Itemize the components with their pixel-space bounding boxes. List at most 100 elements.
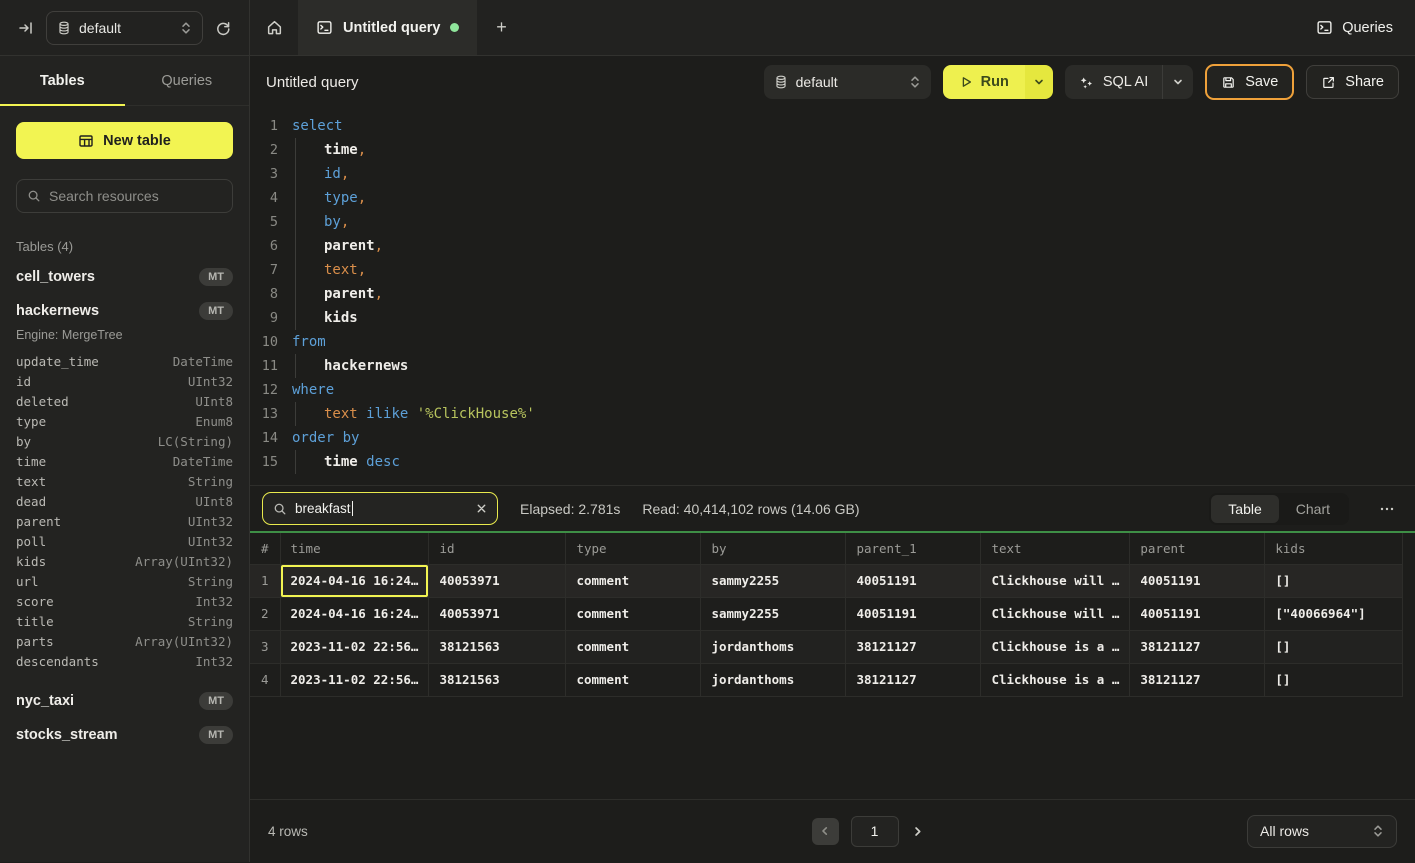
sql-editor[interactable]: 1select2time,3id,4type,5by,6parent,7text… xyxy=(250,108,1415,485)
results-search-input[interactable]: breakfast xyxy=(262,492,498,525)
column-header-text[interactable]: text xyxy=(981,533,1130,564)
previous-page-button[interactable] xyxy=(812,818,839,845)
result-cell[interactable]: 40051191 xyxy=(1130,597,1265,630)
database-selector[interactable]: default xyxy=(46,11,203,45)
page-size-value: All rows xyxy=(1260,823,1372,839)
page-number-input[interactable]: 1 xyxy=(851,816,899,847)
query-database-selector[interactable]: default xyxy=(764,65,931,99)
result-cell[interactable]: 2023-11-02 22:56… xyxy=(280,630,429,663)
result-cell[interactable]: comment xyxy=(566,564,701,597)
result-cell[interactable]: Clickhouse is a … xyxy=(981,630,1130,663)
result-cell[interactable]: Clickhouse will … xyxy=(981,597,1130,630)
column-name: url xyxy=(16,572,39,592)
column-header-by[interactable]: by xyxy=(701,533,846,564)
result-cell[interactable]: 40051191 xyxy=(846,564,981,597)
queries-icon xyxy=(1316,19,1333,36)
next-page-button[interactable] xyxy=(911,825,924,838)
column-header-id[interactable]: id xyxy=(429,533,566,564)
new-table-button[interactable]: New table xyxy=(16,122,233,159)
column-type: UInt8 xyxy=(195,392,233,412)
result-cell[interactable]: 38121563 xyxy=(429,630,566,663)
column-header-type[interactable]: type xyxy=(566,533,701,564)
result-cell[interactable]: 38121127 xyxy=(1130,663,1265,696)
new-tab-button[interactable]: + xyxy=(477,0,525,55)
result-cell[interactable]: ["40066964"] xyxy=(1265,597,1403,630)
clear-search-button[interactable] xyxy=(476,503,487,514)
result-cell[interactable]: comment xyxy=(566,663,701,696)
sidebar-tab-tables[interactable]: Tables xyxy=(0,56,125,105)
line-code: id, xyxy=(278,162,1415,186)
run-options-button[interactable] xyxy=(1025,65,1053,99)
result-cell[interactable]: 38121127 xyxy=(1130,630,1265,663)
column-header-parent[interactable]: parent xyxy=(1130,533,1265,564)
sql-ai-options-button[interactable] xyxy=(1162,65,1193,99)
results-more-button[interactable] xyxy=(1371,501,1403,517)
result-cell[interactable]: 2023-11-02 22:56… xyxy=(280,663,429,696)
line-code: time, xyxy=(278,138,1415,162)
table-item-stocks_stream[interactable]: stocks_streamMT xyxy=(0,718,249,752)
column-type: UInt32 xyxy=(188,512,233,532)
line-number: 11 xyxy=(250,358,278,374)
sql-token: , xyxy=(358,142,366,158)
result-cell[interactable]: comment xyxy=(566,630,701,663)
column-name: deleted xyxy=(16,392,69,412)
result-cell[interactable]: Clickhouse will … xyxy=(981,564,1130,597)
result-cell[interactable]: 40051191 xyxy=(846,597,981,630)
sql-ai-button[interactable]: SQL AI xyxy=(1065,65,1162,99)
line-number: 10 xyxy=(250,334,278,350)
sidebar-tab-queries[interactable]: Queries xyxy=(125,56,250,105)
result-cell[interactable]: [] xyxy=(1265,663,1403,696)
column-header-time[interactable]: time xyxy=(280,533,429,564)
results-table-wrap: #timeidtypebyparent_1textparentkids 1202… xyxy=(250,533,1415,799)
refresh-icon[interactable] xyxy=(211,16,235,40)
result-cell[interactable]: 38121563 xyxy=(429,663,566,696)
share-button[interactable]: Share xyxy=(1306,65,1399,99)
table-item-nyc_taxi[interactable]: nyc_taxiMT xyxy=(0,684,249,718)
share-label: Share xyxy=(1345,74,1384,90)
resource-search-input[interactable]: Search resources xyxy=(16,179,233,213)
tab-untitled-query[interactable]: Untitled query xyxy=(298,0,477,55)
result-cell[interactable]: sammy2255 xyxy=(701,564,846,597)
selected-cell[interactable]: 2024-04-16 16:24… xyxy=(280,564,429,597)
result-cell[interactable]: 38121127 xyxy=(846,630,981,663)
column-header-parent_1[interactable]: parent_1 xyxy=(846,533,981,564)
sql-token: desc xyxy=(366,454,400,470)
editor-line: 6parent, xyxy=(250,234,1415,258)
result-cell[interactable]: jordanthoms xyxy=(701,630,846,663)
result-cell[interactable]: Clickhouse is a … xyxy=(981,663,1130,696)
result-cell[interactable]: [] xyxy=(1265,630,1403,663)
result-cell[interactable]: 2024-04-16 16:24… xyxy=(280,597,429,630)
column-name: type xyxy=(16,412,46,432)
table-name: cell_towers xyxy=(16,269,95,285)
column-header-kids[interactable]: kids xyxy=(1265,533,1403,564)
view-toggle-chart[interactable]: Chart xyxy=(1279,495,1347,523)
result-cell[interactable]: 40053971 xyxy=(429,597,566,630)
save-button[interactable]: Save xyxy=(1205,64,1294,100)
queries-button[interactable]: Queries xyxy=(1294,0,1415,55)
result-cell[interactable]: comment xyxy=(566,597,701,630)
engine-badge: MT xyxy=(199,268,233,286)
collapse-sidebar-icon[interactable] xyxy=(14,16,38,40)
home-tab[interactable] xyxy=(250,0,298,55)
result-cell[interactable]: sammy2255 xyxy=(701,597,846,630)
result-cell[interactable]: 38121127 xyxy=(846,663,981,696)
tables-section-label: Tables (4) xyxy=(16,239,233,254)
result-cell[interactable]: jordanthoms xyxy=(701,663,846,696)
column-name: time xyxy=(16,452,46,472)
line-code: time desc xyxy=(278,450,1415,474)
table-item-cell_towers[interactable]: cell_towers MT xyxy=(0,260,249,294)
table-item-hackernews[interactable]: hackernewsMT xyxy=(0,294,249,328)
view-toggle-table[interactable]: Table xyxy=(1211,495,1278,523)
editor-line: 8parent, xyxy=(250,282,1415,306)
result-cell[interactable]: 40053971 xyxy=(429,564,566,597)
result-cell[interactable]: 40051191 xyxy=(1130,564,1265,597)
editor-line: 15time desc xyxy=(250,450,1415,474)
line-number: 15 xyxy=(250,454,278,470)
column-name: parts xyxy=(16,632,54,652)
row-index: 1 xyxy=(250,564,280,597)
page-size-selector[interactable]: All rows xyxy=(1247,815,1397,848)
save-icon xyxy=(1221,75,1236,90)
result-cell[interactable]: [] xyxy=(1265,564,1403,597)
run-button[interactable]: Run xyxy=(943,65,1025,99)
column-header-index: # xyxy=(250,533,280,564)
